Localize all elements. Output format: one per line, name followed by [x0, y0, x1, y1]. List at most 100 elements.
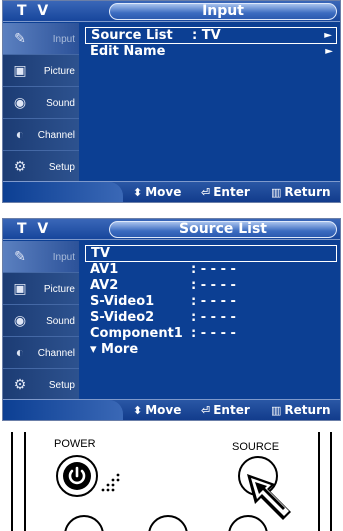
sidebar-item-setup[interactable]: ⚙ Setup — [3, 151, 79, 183]
sidebar-item-picture[interactable]: ▣ Picture — [3, 55, 79, 87]
source-item-label: AV1 — [90, 262, 119, 277]
enter-hint: ⏎ Enter — [201, 185, 250, 199]
updown-arrow-icon: ⬍ — [133, 404, 143, 417]
source-item-av2[interactable]: AV2 : - - - - — [85, 278, 337, 295]
tv-label: T V — [17, 221, 52, 237]
hint-bar-swoosh — [3, 400, 123, 420]
return-hint-label: Return — [284, 185, 331, 199]
setup-icon: ⚙ — [13, 158, 27, 174]
title-bar: T V Input — [3, 1, 340, 22]
source-item-value: : - - - - — [191, 326, 236, 341]
power-icon — [68, 466, 86, 485]
return-hint: ▥ Return — [271, 403, 331, 417]
updown-arrow-icon: ⬍ — [133, 186, 143, 199]
remote-edge-right-outer — [330, 432, 332, 531]
sidebar-item-channel[interactable]: ◐ Channel — [3, 119, 79, 151]
right-arrow-icon: ► — [324, 30, 332, 41]
enter-icon: ⏎ — [201, 404, 211, 417]
channel-icon: ◐ — [15, 344, 25, 360]
sidebar-item-channel[interactable]: ◐ Channel — [3, 337, 79, 369]
source-item-s-video1[interactable]: S-Video1 : - - - - — [85, 294, 337, 311]
title-bar: T V Source List — [3, 219, 340, 240]
remote-edge-left-outer — [11, 432, 13, 531]
menu-content: TV AV1 : - - - - AV2 : - - - - S-Video1 … — [85, 245, 338, 395]
sidebar: ✎ Input ▣ Picture ◉ Sound ◐ Channel ⚙ Se… — [3, 23, 79, 183]
source-label: SOURCE — [232, 441, 280, 453]
menu-title: Input — [109, 3, 337, 20]
return-icon: ▥ — [271, 404, 282, 417]
picture-icon: ▣ — [13, 62, 27, 78]
source-item-value: : - - - - — [191, 294, 236, 309]
sidebar-item-label: Picture — [43, 284, 75, 295]
remote-edge-left-inner — [24, 432, 26, 531]
remote-button-2[interactable] — [148, 515, 188, 531]
source-item-label: Component1 — [90, 326, 183, 341]
sidebar-item-label: Setup — [48, 162, 75, 173]
move-hint-label: Move — [145, 403, 182, 417]
source-item-label: AV2 — [90, 278, 119, 293]
remote-button-1[interactable] — [64, 515, 104, 531]
move-hint: ⬍ Move — [133, 403, 181, 417]
sidebar-item-setup[interactable]: ⚙ Setup — [3, 369, 79, 401]
source-list-screen: T V Source List ✎ Input ▣ Picture ◉ Soun… — [2, 218, 341, 421]
enter-hint-label: Enter — [213, 185, 250, 199]
input-plug-icon: ✎ — [14, 248, 26, 264]
sidebar-item-sound[interactable]: ◉ Sound — [3, 87, 79, 119]
picture-icon: ▣ — [13, 280, 27, 296]
source-item-label: S-Video1 — [90, 294, 155, 309]
tv-label: T V — [17, 3, 52, 19]
source-item-label: S-Video2 — [90, 310, 155, 325]
pointer-arrow-icon — [247, 474, 291, 520]
hint-bar: ⬍ Move ⏎ Enter ▥ Return — [3, 181, 340, 202]
enter-hint-label: Enter — [213, 403, 250, 417]
hint-bar-swoosh — [3, 182, 123, 202]
menu-item-edit-name[interactable]: Edit Name ► — [85, 44, 337, 61]
source-item-component1[interactable]: Component1 : - - - - — [85, 326, 337, 343]
hint-bar: ⬍ Move ⏎ Enter ▥ Return — [3, 399, 340, 420]
menu-title: Source List — [109, 221, 337, 238]
sidebar-item-label: Sound — [46, 98, 75, 109]
sidebar-item-input[interactable]: ✎ Input — [3, 241, 79, 273]
source-item-value: : - - - - — [191, 278, 236, 293]
menu-item-label: Edit Name — [90, 44, 166, 59]
sidebar-item-label: Setup — [48, 380, 75, 391]
return-hint: ▥ Return — [271, 185, 331, 199]
power-label: POWER — [54, 438, 96, 450]
sidebar-item-label: Input — [52, 34, 75, 45]
source-item-label: TV — [91, 246, 110, 261]
source-item-s-video2[interactable]: S-Video2 : - - - - — [85, 310, 337, 327]
menu-content: Source List : TV ► Edit Name ► — [85, 27, 338, 177]
sidebar-item-label: Channel — [37, 130, 75, 141]
sidebar-item-input[interactable]: ✎ Input — [3, 23, 79, 55]
source-item-av1[interactable]: AV1 : - - - - — [85, 262, 337, 279]
sidebar-item-picture[interactable]: ▣ Picture — [3, 273, 79, 305]
move-hint-label: Move — [145, 185, 182, 199]
sidebar: ✎ Input ▣ Picture ◉ Sound ◐ Channel ⚙ Se… — [3, 241, 79, 401]
menu-item-source-list[interactable]: Source List : TV ► — [85, 27, 337, 44]
sidebar-item-label: Picture — [43, 66, 75, 77]
remote-control-illustration: POWER SOURCE — [0, 432, 343, 531]
source-item-label: ▾ More — [90, 342, 139, 357]
power-button-face — [63, 462, 91, 490]
sidebar-item-label: Input — [52, 252, 75, 263]
sidebar-item-label: Sound — [46, 316, 75, 327]
sidebar-item-sound[interactable]: ◉ Sound — [3, 305, 79, 337]
source-item-value: : - - - - — [191, 262, 236, 277]
menu-item-label: Source List — [91, 28, 173, 43]
sound-icon: ◉ — [13, 312, 27, 328]
return-hint-label: Return — [284, 403, 331, 417]
right-arrow-icon: ► — [325, 46, 333, 57]
sound-icon: ◉ — [13, 94, 27, 110]
power-button[interactable] — [56, 455, 98, 497]
channel-icon: ◐ — [15, 126, 25, 142]
setup-icon: ⚙ — [13, 376, 27, 392]
source-item-tv[interactable]: TV — [85, 245, 337, 262]
speaker-dots-icon — [101, 473, 120, 492]
move-hint: ⬍ Move — [133, 185, 181, 199]
enter-icon: ⏎ — [201, 186, 211, 199]
menu-item-value: : TV — [192, 28, 221, 43]
source-item-more[interactable]: ▾ More — [85, 342, 337, 359]
enter-hint: ⏎ Enter — [201, 403, 250, 417]
sidebar-item-label: Channel — [37, 348, 75, 359]
return-icon: ▥ — [271, 186, 282, 199]
